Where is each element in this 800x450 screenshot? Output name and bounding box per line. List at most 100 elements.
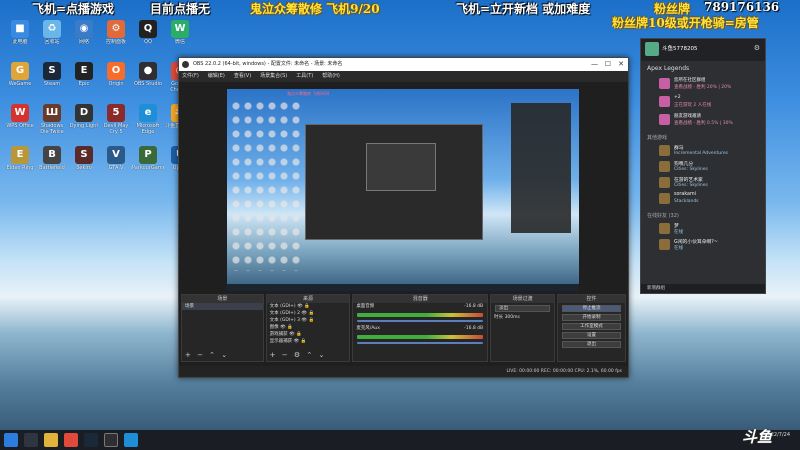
message-title: 您所在社区群组: [674, 78, 706, 83]
friend-item[interactable]: 群马 Incremental Adventures: [647, 144, 765, 158]
chrome-icon[interactable]: [64, 433, 78, 447]
sources-dock-tools[interactable]: + − ⚙ ⌃ ⌄: [270, 351, 327, 359]
maximize-icon[interactable]: ☐: [605, 58, 611, 71]
desktop-icon[interactable]: Q QQ: [132, 20, 164, 60]
desktop-icon[interactable]: ● OBS Studio: [132, 62, 164, 102]
desktop-icon-glyph: S: [75, 146, 93, 164]
sources-dock-title: 来源: [266, 295, 350, 303]
friend-status: Cities: Skylines: [674, 183, 708, 188]
obs-menu-item[interactable]: 场景集合(S): [260, 71, 287, 82]
avatar[interactable]: [645, 42, 659, 56]
obs-menu-item[interactable]: 编辑(E): [208, 71, 225, 82]
desktop-icon[interactable]: W WPS Office: [4, 104, 36, 144]
obs-menu-item[interactable]: 查看(V): [234, 71, 251, 82]
desktop-icon-glyph: G: [11, 62, 29, 80]
control-button[interactable]: 停止推流: [562, 305, 621, 312]
desktop-icon-label: Elden Ring: [6, 165, 34, 171]
desktop-icon-glyph: W: [11, 104, 29, 122]
friend-status: 在线: [674, 246, 683, 251]
online-friends-section[interactable]: 在线好友 (32): [641, 212, 765, 220]
scenes-dock-title: 场景: [182, 295, 263, 303]
control-button[interactable]: 工作室模式: [562, 323, 621, 330]
friend-item[interactable]: G闲的小伙耳朵啊?~ 在线: [647, 238, 765, 252]
desktop-icon[interactable]: V GTA V: [100, 146, 132, 186]
friend-name: 狗嘿几分: [674, 162, 694, 167]
avatar: [659, 145, 670, 156]
source-item[interactable]: 文本 (GDI+) 👁 🔒: [267, 303, 350, 310]
desktop-icon[interactable]: D Dying Light: [68, 104, 100, 144]
source-item[interactable]: 图像 👁 🔒: [267, 324, 350, 331]
friend-item[interactable]: 狗嘿几分 Cities: Skylines: [647, 160, 765, 174]
obs-preview[interactable]: 鬼泣众筹散修 飞机9/20: [227, 89, 579, 291]
source-item[interactable]: 文本 (GDI+) 3 👁 🔒: [267, 317, 350, 324]
scenes-dock-tools[interactable]: + − ⌃ ⌄: [185, 351, 229, 359]
desktop-icon[interactable]: E Elden Ring: [4, 146, 36, 186]
other-games-section[interactable]: 其他游戏: [641, 134, 765, 142]
desktop-icon[interactable]: e Microsoft Edge: [132, 104, 164, 144]
chat-footer[interactable]: 新增群组: [641, 284, 765, 293]
chat-message[interactable]: +2 正在游玩 2 人在线: [647, 94, 765, 110]
source-item[interactable]: 显示器捕获 👁 🔒: [267, 338, 350, 345]
source-item[interactable]: 游戏捕获 👁 🔒: [267, 331, 350, 338]
transition-duration-value[interactable]: 300ms: [505, 315, 520, 320]
desktop-icon[interactable]: O Origin: [100, 62, 132, 102]
overlay-text-2: 目前点播无: [150, 2, 211, 16]
obs-title-bar[interactable]: OBS 22.0.2 (64-bit, windows) - 配置文件: 未命名…: [179, 58, 628, 71]
desktop-icon[interactable]: G WeGame: [4, 62, 36, 102]
message-title: +2: [674, 95, 681, 100]
desktop-icon[interactable]: E Epic: [68, 62, 100, 102]
mixer-track-name: 麦克风/Aux: [356, 326, 380, 331]
scene-item[interactable]: 场景: [182, 303, 263, 310]
desktop-icon[interactable]: W 微信: [164, 20, 196, 60]
chat-game-section[interactable]: Apex Legends: [641, 64, 765, 74]
chat-username: 斗鱼5778205: [662, 46, 698, 52]
explorer-icon[interactable]: [44, 433, 58, 447]
desktop-icon[interactable]: P ParkourGame: [132, 146, 164, 186]
desktop-icon-label: Microsoft Edge: [136, 123, 160, 135]
friend-item[interactable]: 梦在线: [647, 222, 765, 236]
obs-docks: 场景 场景 + − ⌃ ⌄ 来源 文本 (GDI+) 👁 🔒 文本 (GDI+) …: [179, 294, 628, 362]
control-button[interactable]: 开始录制: [562, 314, 621, 321]
desktop-icon[interactable]: Ш Shadows Die Twice: [36, 104, 68, 144]
close-icon[interactable]: ✕: [618, 58, 624, 71]
volume-slider[interactable]: [357, 342, 484, 344]
desktop-icon-glyph: ♻: [43, 20, 61, 38]
friend-item[interactable]: sorakami Stacklands: [647, 192, 765, 206]
minimize-icon[interactable]: —: [591, 58, 598, 71]
desktop-icon-glyph: W: [171, 20, 189, 38]
volume-slider[interactable]: [357, 320, 484, 322]
desktop-icon[interactable]: ■ 此电脑: [4, 20, 36, 60]
control-button[interactable]: 退出: [562, 341, 621, 348]
start-button[interactable]: [4, 433, 18, 447]
steam-icon[interactable]: [84, 433, 98, 447]
desktop-icon-glyph: E: [11, 146, 29, 164]
desktop-icon-label: 网络: [78, 39, 89, 45]
chat-message[interactable]: 朋友游戏邀请 查看战绩 - 胜利 0.5% | 30%: [647, 112, 765, 128]
douyu-watermark-logo: 斗鱼: [742, 428, 773, 446]
gear-icon[interactable]: ⚙: [754, 44, 760, 52]
search-icon[interactable]: [24, 433, 38, 447]
obs-window[interactable]: OBS 22.0.2 (64-bit, windows) - 配置文件: 未命名…: [178, 57, 629, 378]
obs-icon[interactable]: [104, 433, 118, 447]
desktop-icon[interactable]: ⚙ 控制面板: [100, 20, 132, 60]
obs-menu-item[interactable]: 文件(F): [182, 71, 199, 82]
source-item[interactable]: 文本 (GDI+) 2 👁 🔒: [267, 310, 350, 317]
desktop-icon[interactable]: ◉ 网络: [68, 20, 100, 60]
obs-menu-item[interactable]: 帮助(H): [322, 71, 340, 82]
transition-duration: 时长 300ms: [491, 314, 554, 321]
desktop-icon[interactable]: B Battlefield: [36, 146, 68, 186]
obs-menu-item[interactable]: 工具(T): [296, 71, 313, 82]
desktop-icon[interactable]: S Steam: [36, 62, 68, 102]
avatar: [659, 223, 670, 234]
desktop-icon[interactable]: 5 Devil May Cry 5: [100, 104, 132, 144]
control-button[interactable]: 设置: [562, 332, 621, 339]
qq-icon[interactable]: [124, 433, 138, 447]
desktop-icon[interactable]: S Sekiro: [68, 146, 100, 186]
desktop-icon[interactable]: ♻ 回收站: [36, 20, 68, 60]
desktop-icon-label: Devil May Cry 5: [103, 123, 129, 135]
friend-item[interactable]: 在游的艺术家 Cities: Skylines: [647, 176, 765, 190]
desktop-icon-label: WPS Office: [6, 123, 34, 129]
controls-dock-title: 控件: [558, 295, 625, 303]
chat-message[interactable]: 您所在社区群组 查看战绩 - 胜利 20% | 20%: [647, 76, 765, 92]
transition-select[interactable]: 淡出: [495, 305, 551, 312]
